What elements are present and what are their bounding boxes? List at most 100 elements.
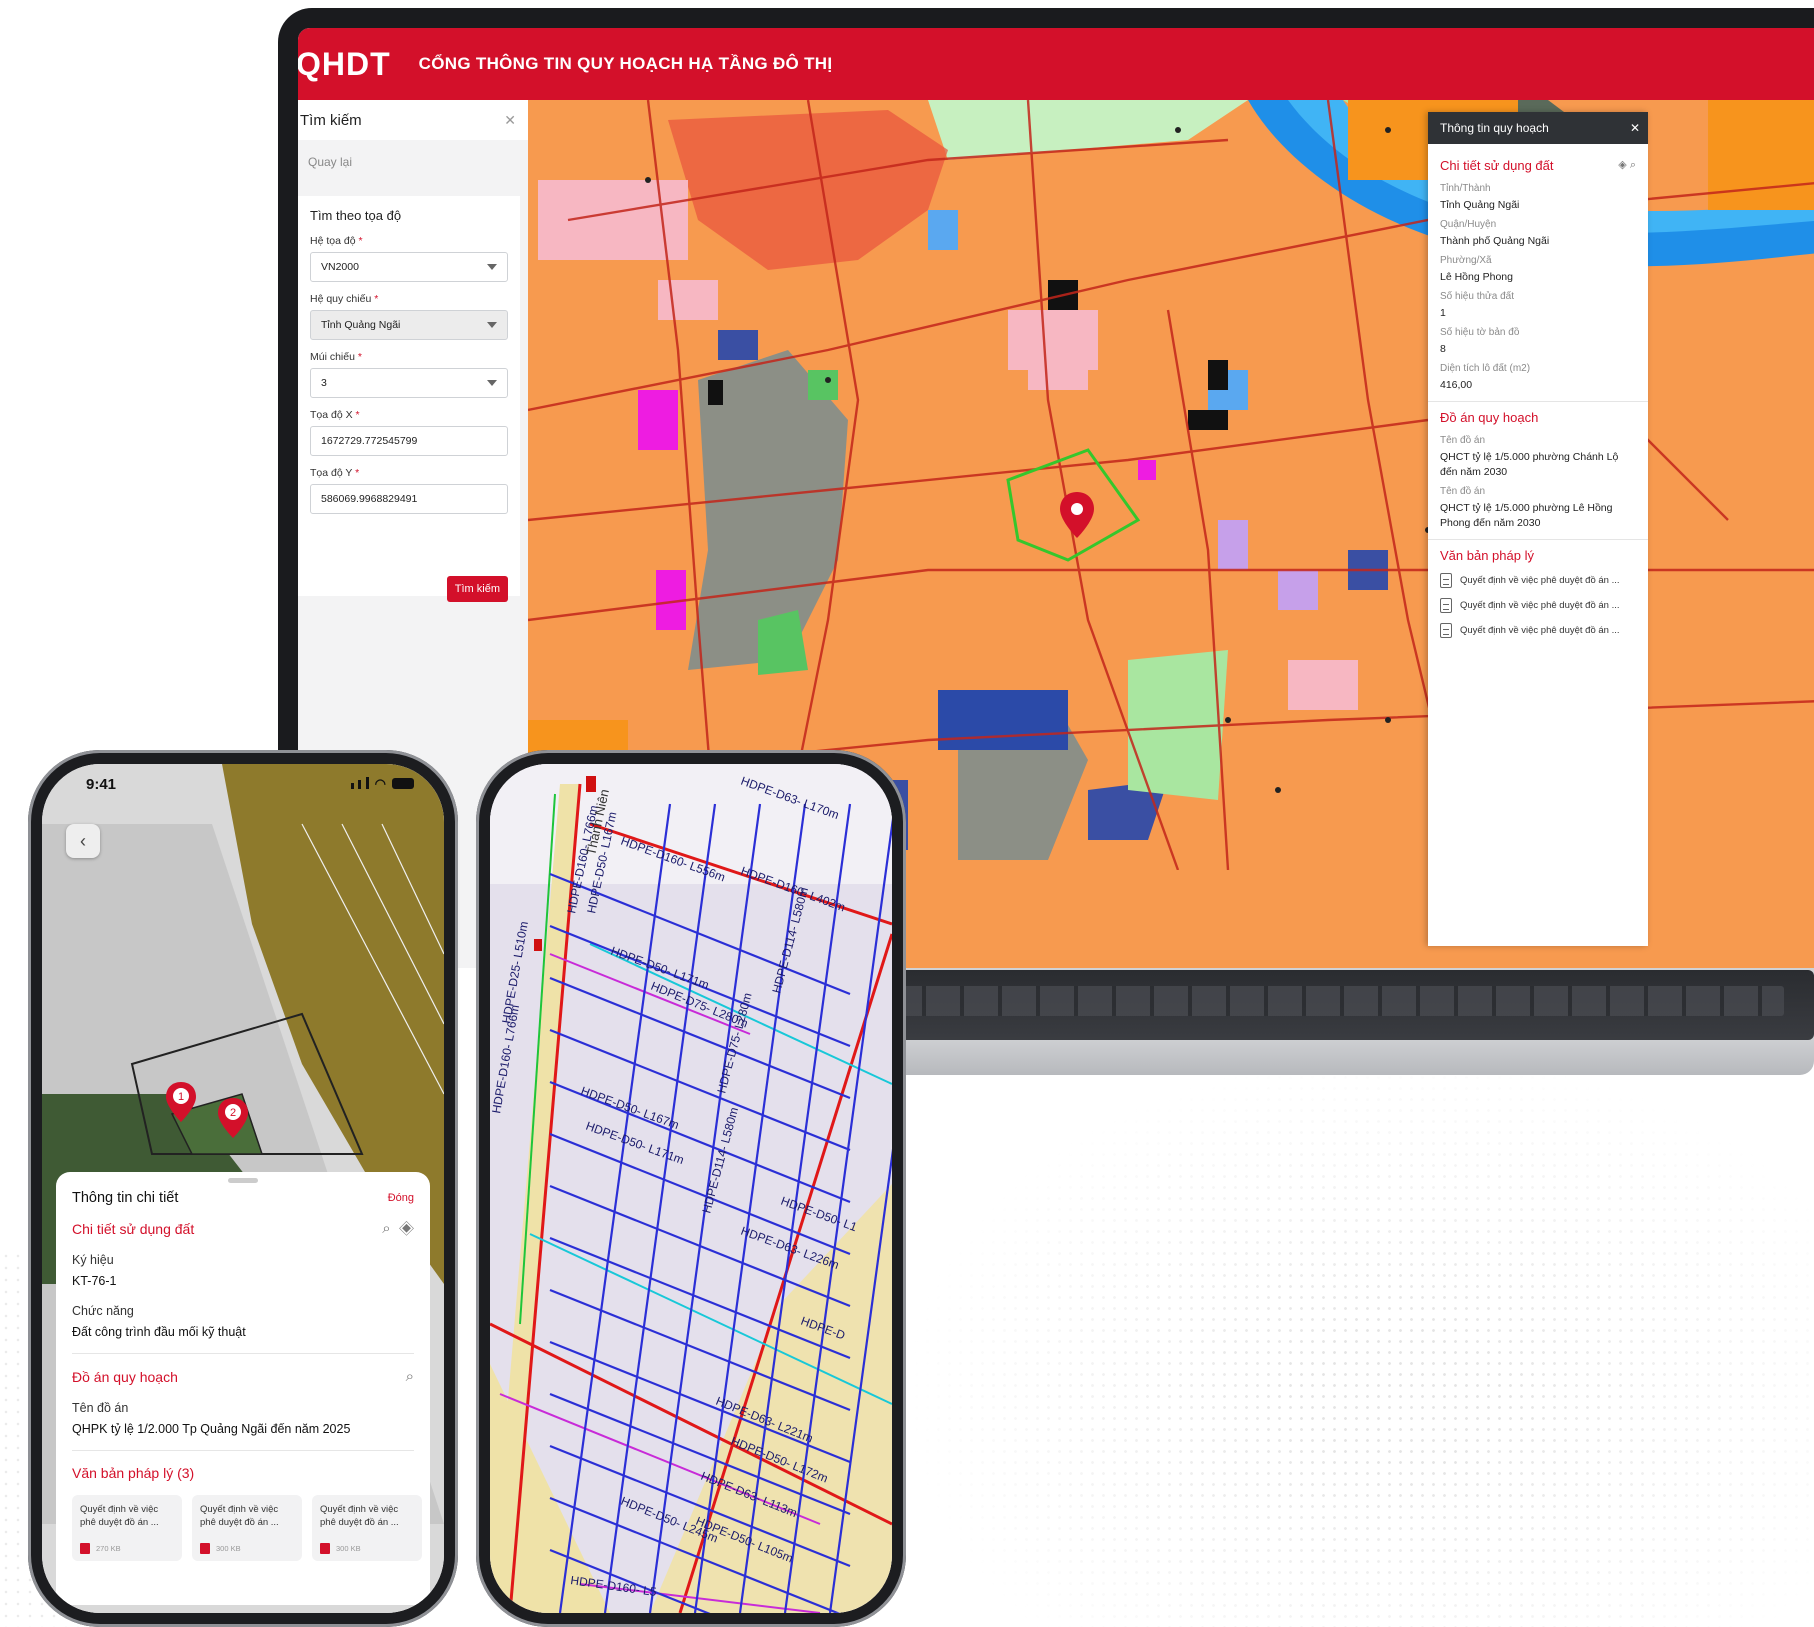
water-pipe-map[interactable]: HDPE-D63- L170mHDPE-D160- L556mHDPE-D160… [490, 764, 892, 1613]
coordinate-y-input[interactable]: 586069.9968829491 [310, 484, 508, 514]
zoom-icon[interactable]: ⌕ [382, 1220, 390, 1237]
battery-icon [392, 776, 414, 793]
doc-size: 270 KB [96, 1544, 121, 1553]
legal-doc-item[interactable]: Quyết định về việc phê duyệt đồ án ... [1440, 623, 1636, 638]
input-value: 586069.9968829491 [321, 493, 418, 505]
field-value: 8 [1440, 343, 1446, 355]
legal-doc-item[interactable]: Quyết định về việc phê duyệt đồ án ... [1440, 573, 1636, 588]
project-section-title: Đồ án quy hoạch [1440, 410, 1539, 425]
phone-water-network: HDPE-D63- L170m HDPE-D160- L556m HDPE-D160… [476, 750, 906, 1627]
coordinate-system-select[interactable]: VN2000 [310, 252, 508, 282]
legal-doc-card[interactable]: Quyết định về việc phê duyệt đồ án ... 30… [192, 1495, 302, 1561]
document-icon [1440, 598, 1452, 613]
pdf-icon [80, 1543, 90, 1554]
field-label: Tên đồ án [1440, 486, 1486, 497]
zoom-icon[interactable]: ⌕ [1630, 159, 1636, 171]
field-label: Chức năng [72, 1304, 134, 1318]
doc-title: Quyết định về việc phê duyệt đồ án ... [1460, 600, 1620, 611]
land-field: Tỉnh/Thành Tỉnh Quảng Ngãi [1440, 183, 1636, 213]
close-button[interactable]: Đóng [388, 1192, 414, 1204]
pin-label: 2 [230, 1107, 236, 1119]
field-label: Số hiệu thửa đất [1440, 291, 1514, 302]
close-icon[interactable]: ✕ [504, 112, 516, 129]
land-field: Quận/Huyện Thành phố Quảng Ngãi [1440, 219, 1636, 249]
phone-screen: 9:41 ◠ ‹ 1 2 Thông tin chi tiết Đóng Chi… [42, 764, 444, 1613]
form-title: Tìm theo tọa độ [310, 208, 402, 223]
chevron-down-icon [487, 264, 497, 270]
doc-size: 300 KB [336, 1544, 361, 1553]
status-icons: ◠ [351, 776, 414, 793]
doc-title: Quyết định về việc phê duyệt đồ án ... [200, 1504, 279, 1528]
legal-doc-card[interactable]: Quyết định về việc phê duyệt đồ án ... 30… [312, 1495, 422, 1561]
doc-title: Quyết định về việc phê duyệt đồ án ... [1460, 625, 1620, 636]
project-section-title: Đồ án quy hoạch [72, 1368, 178, 1385]
field-label: Diện tích lô đất (m2) [1440, 363, 1531, 374]
wifi-icon: ◠ [374, 776, 386, 791]
search-panel-header: Tìm kiếm ✕ [298, 100, 528, 140]
field-label: Phường/Xã [1440, 255, 1492, 266]
dotted-background [900, 1050, 1814, 1627]
doc-title: Quyết định về việc phê duyệt đồ án ... [320, 1504, 399, 1528]
phone-screen: HDPE-D63- L170m HDPE-D160- L556m HDPE-D160… [490, 764, 892, 1613]
zoom-icon[interactable]: ⌕ [406, 1368, 414, 1385]
select-value: Tỉnh Quảng Ngãi [321, 319, 401, 331]
field-value: Đất công trình đầu mối kỹ thuật [72, 1325, 246, 1339]
field-value: 416,00 [1440, 379, 1473, 391]
field-label: Số hiệu tờ bản đồ [1440, 327, 1520, 338]
project-field: Tên đồ án QHCT tỷ lệ 1/5.000 phường Chánh… [1440, 435, 1636, 480]
directions-icon[interactable]: ◈ [1618, 159, 1626, 171]
field-value: KT-76-1 [72, 1274, 117, 1288]
field-label: Tọa độ Y [310, 467, 353, 479]
field-label: Múi chiếu [310, 351, 355, 363]
sheet-grab-handle[interactable] [228, 1178, 258, 1183]
field-value: QHPK tỷ lệ 1/2.000 Tp Quảng Ngãi đến năm… [72, 1422, 351, 1436]
detail-bottom-sheet: Thông tin chi tiết Đóng Chi tiết sử dụng… [56, 1172, 430, 1605]
document-icon [1440, 623, 1452, 638]
phone-land-info: 9:41 ◠ ‹ 1 2 Thông tin chi tiết Đóng Chi… [28, 750, 458, 1627]
top-bar: QHDT CỔNG THÔNG TIN QUY HOẠCH HẠ TẦNG ĐÔ… [298, 28, 1814, 100]
land-use-section-title: Chi tiết sử dụng đất [72, 1220, 195, 1237]
location-pin-icon[interactable] [1060, 492, 1094, 538]
coordinate-x-input[interactable]: 1672729.772545799 [310, 426, 508, 456]
back-link[interactable]: Quay lại [298, 140, 528, 184]
field-value: Lê Hồng Phong [1440, 271, 1513, 283]
field-label: Ký hiệu [72, 1253, 114, 1267]
close-icon[interactable]: ✕ [1630, 121, 1640, 135]
directions-icon[interactable]: ◈ [399, 1220, 414, 1237]
map-pin-icon[interactable]: 1 [166, 1082, 196, 1122]
land-field: Số hiệu thửa đất 1 [1440, 291, 1636, 321]
input-value: 1672729.772545799 [321, 435, 418, 447]
legal-doc-list: Quyết định về việc phê duyệt đồ án ... 27… [72, 1495, 422, 1561]
portal-title: CỔNG THÔNG TIN QUY HOẠCH HẠ TẦNG ĐÔ THỊ [418, 54, 833, 73]
app-logo[interactable]: QHDT [298, 46, 391, 83]
legal-doc-item[interactable]: Quyết định về việc phê duyệt đồ án ... [1440, 598, 1636, 613]
field-label: Tỉnh/Thành [1440, 183, 1491, 194]
field-label: Quận/Huyện [1440, 219, 1497, 230]
legal-section-title: Văn bản pháp lý (3) [72, 1465, 195, 1481]
hydrant-icon [534, 939, 542, 951]
land-field: Số hiệu tờ bản đồ 8 [1440, 327, 1636, 357]
search-panel-title: Tìm kiếm [300, 111, 362, 129]
document-icon [1440, 573, 1452, 588]
status-bar: 9:41 ◠ [42, 764, 444, 804]
field-label: Tọa độ X [310, 409, 353, 421]
back-button[interactable]: ‹ [66, 824, 100, 858]
projection-zone-select[interactable]: 3 [310, 368, 508, 398]
chevron-down-icon [487, 380, 497, 386]
map-pin-icon[interactable]: 2 [218, 1098, 248, 1138]
reference-system-select[interactable]: Tỉnh Quảng Ngãi [310, 310, 508, 340]
info-panel-header: Thông tin quy hoạch ✕ [1428, 112, 1648, 144]
chevron-left-icon: ‹ [80, 830, 86, 851]
field-label: Hệ quy chiếu [310, 293, 372, 305]
legal-doc-card[interactable]: Quyết định về việc phê duyệt đồ án ... 27… [72, 1495, 182, 1561]
field-label: Tên đồ án [72, 1401, 129, 1415]
field-label: Hệ tọa độ [310, 235, 356, 247]
doc-title: Quyết định về việc phê duyệt đồ án ... [1460, 575, 1620, 586]
field-value: 1 [1440, 307, 1446, 319]
info-panel-title: Thông tin quy hoạch [1440, 121, 1549, 135]
land-field: Diện tích lô đất (m2) 416,00 [1440, 363, 1636, 393]
search-button[interactable]: Tìm kiếm [446, 576, 508, 602]
chevron-down-icon [487, 322, 497, 328]
field-value: Tỉnh Quảng Ngãi [1440, 199, 1520, 211]
pdf-icon [200, 1543, 210, 1554]
